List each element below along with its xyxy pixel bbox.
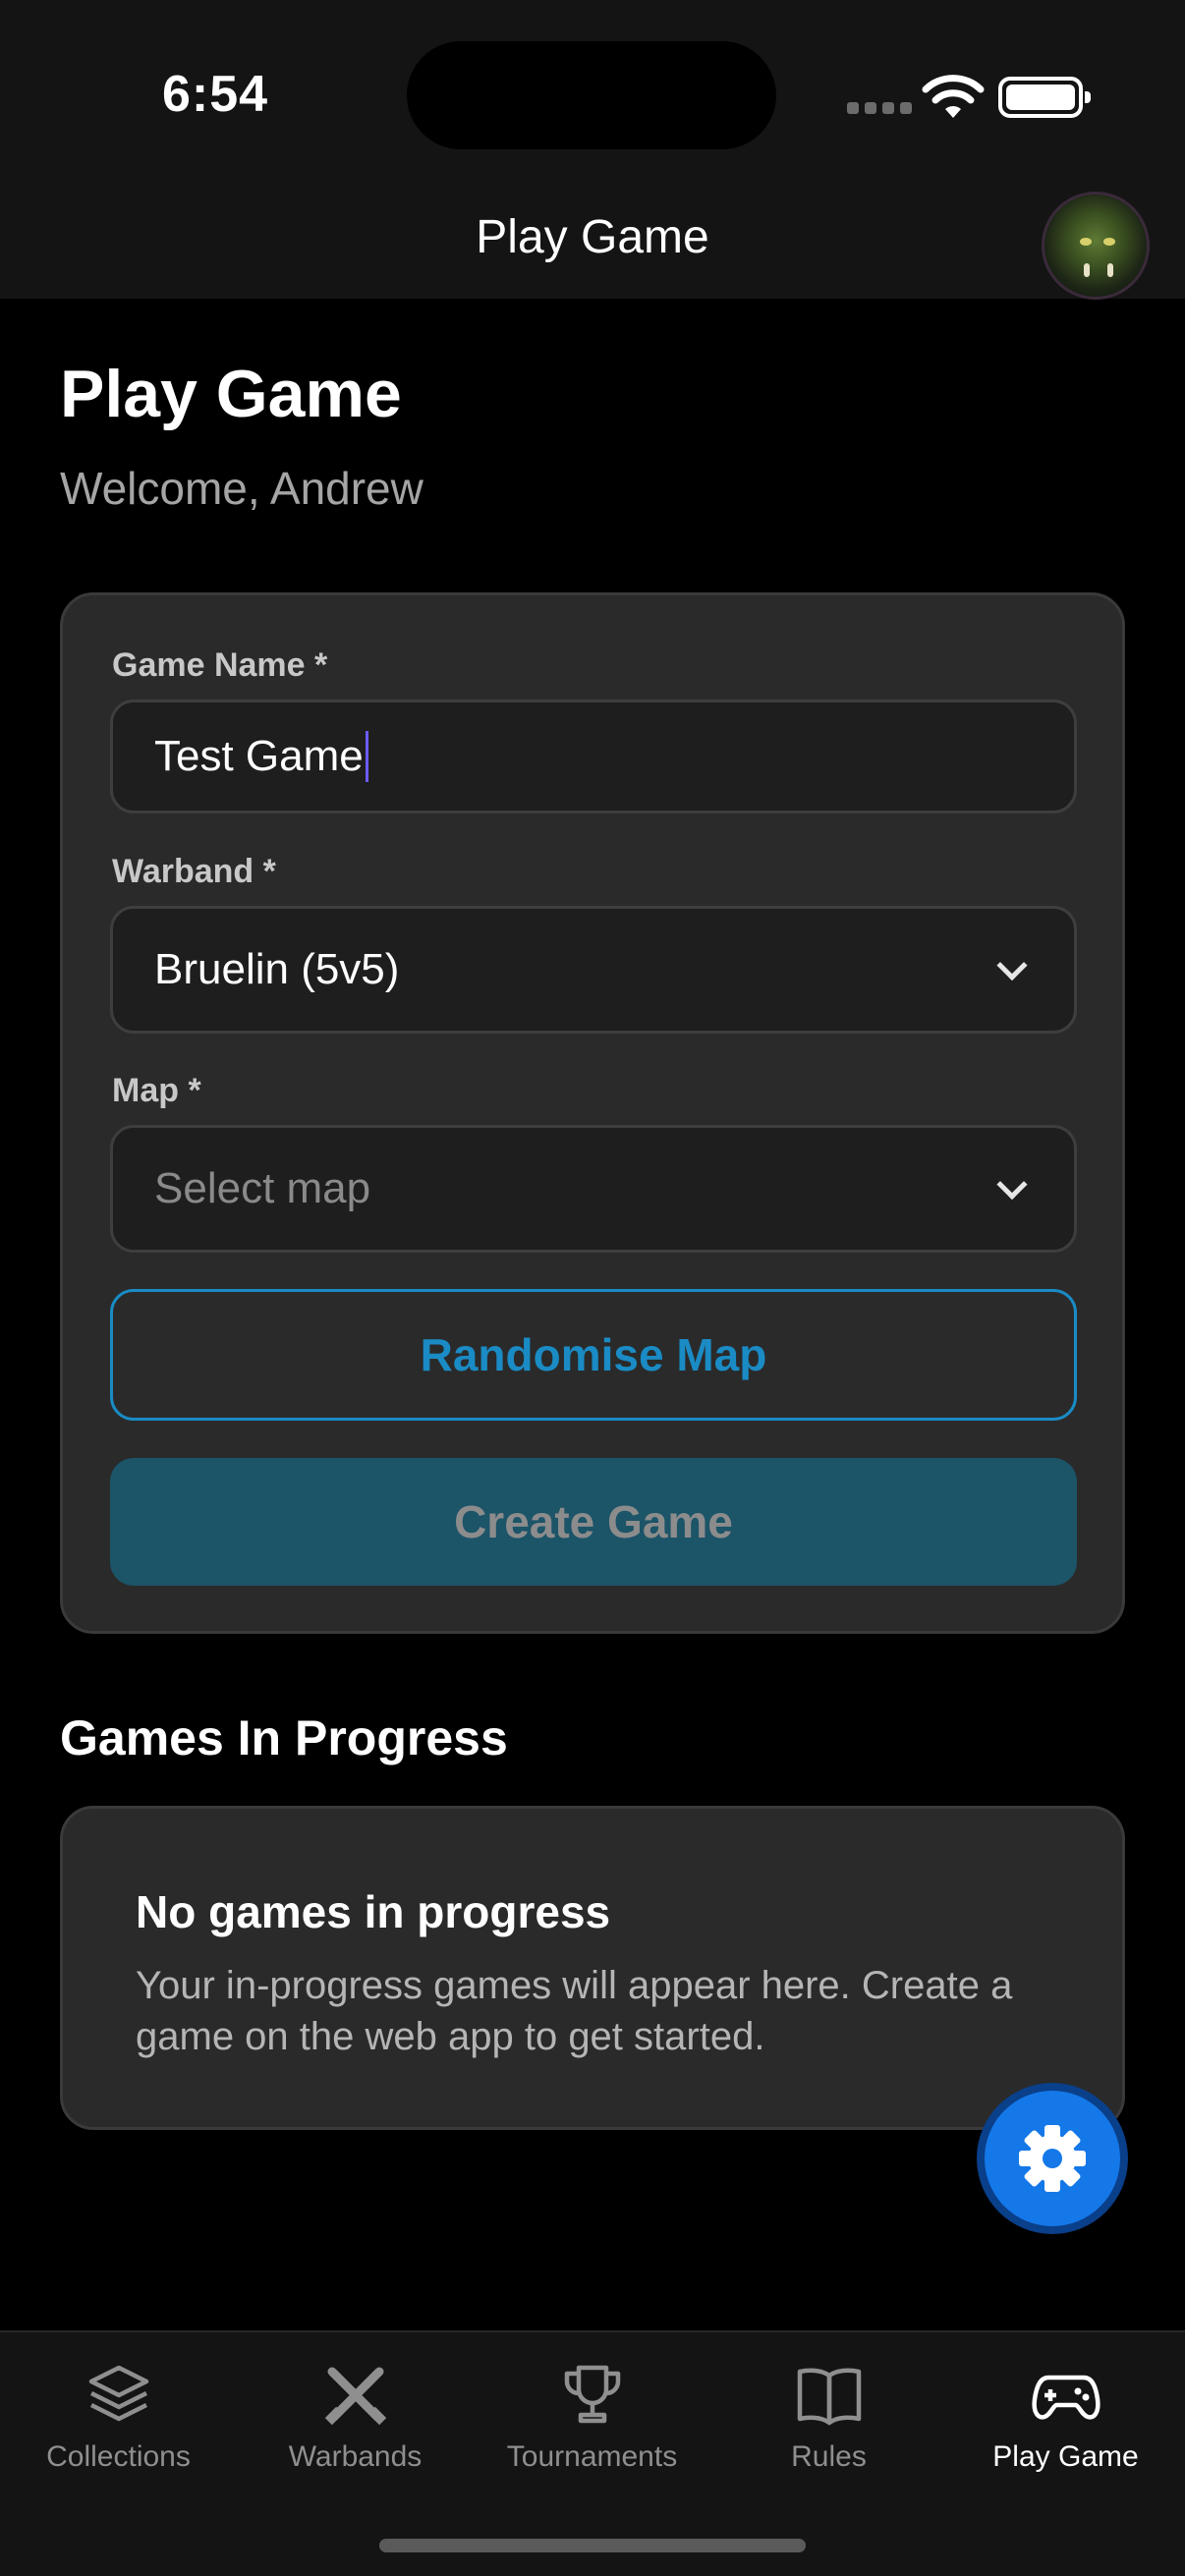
avatar[interactable]	[1042, 192, 1150, 300]
tab-label: Tournaments	[506, 2440, 678, 2473]
play-game-screen: 6:54 Play Game Play Game Welcome, Andrew…	[0, 0, 1185, 2576]
tab-label: Play Game	[992, 2440, 1139, 2473]
warband-select[interactable]: Bruelin (5v5)	[110, 906, 1077, 1034]
dynamic-island	[407, 41, 776, 149]
games-in-progress-title: Games In Progress	[60, 1710, 508, 1765]
wifi-icon	[922, 75, 985, 118]
randomise-map-button[interactable]: Randomise Map	[110, 1289, 1077, 1421]
tab-label: Warbands	[288, 2440, 423, 2473]
game-name-label: Game Name *	[112, 646, 328, 684]
header-title: Play Game	[476, 211, 709, 263]
text-caret	[365, 731, 368, 782]
create-game-card: Game Name * Test Game Warband * Bruelin …	[60, 592, 1125, 1634]
top-bar: 6:54 Play Game	[0, 0, 1185, 300]
chevron-down-icon	[996, 1169, 1028, 1201]
tab-tournaments[interactable]: Tournaments	[474, 2332, 710, 2480]
tab-play-game[interactable]: Play Game	[947, 2332, 1184, 2480]
map-select[interactable]: Select map	[110, 1125, 1077, 1253]
tab-collections[interactable]: Collections	[0, 2332, 237, 2480]
tab-label: Collections	[46, 2440, 191, 2473]
trophy-icon	[564, 2365, 620, 2424]
games-in-progress-empty-card: No games in progress Your in-progress ga…	[60, 1806, 1125, 2130]
crossed-swords-icon	[324, 2367, 386, 2426]
home-indicator	[379, 2539, 806, 2552]
warband-label: Warband *	[112, 853, 276, 890]
tab-warbands[interactable]: Warbands	[237, 2332, 474, 2480]
tab-rules[interactable]: Rules	[710, 2332, 947, 2480]
create-game-button[interactable]: Create Game	[110, 1458, 1077, 1586]
map-label: Map *	[112, 1072, 201, 1109]
book-icon	[797, 2368, 861, 2426]
game-name-value: Test Game	[154, 732, 364, 780]
map-placeholder: Select map	[154, 1164, 371, 1212]
gear-icon	[1019, 2125, 1086, 2192]
settings-fab-button[interactable]	[985, 2091, 1120, 2226]
empty-state-text: Your in-progress games will appear here.…	[136, 1964, 1013, 2058]
cellular-signal-icon	[847, 102, 912, 114]
warband-value: Bruelin (5v5)	[154, 945, 400, 993]
empty-state-title: No games in progress	[136, 1886, 611, 1937]
layers-icon	[88, 2365, 148, 2422]
game-name-input[interactable]: Test Game	[110, 700, 1077, 813]
battery-icon	[998, 77, 1091, 118]
gamepad-icon	[1031, 2375, 1100, 2420]
tab-label: Rules	[791, 2440, 867, 2473]
welcome-text: Welcome, Andrew	[60, 463, 423, 514]
page-title: Play Game	[60, 357, 402, 431]
status-time: 6:54	[162, 66, 269, 123]
chevron-down-icon	[996, 950, 1028, 981]
